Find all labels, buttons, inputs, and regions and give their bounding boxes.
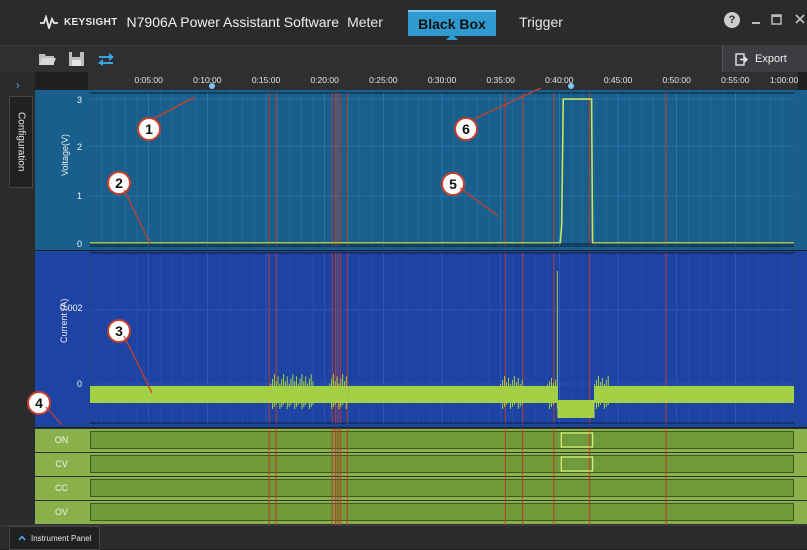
app-title: N7906A Power Assistant Software bbox=[126, 14, 339, 30]
time-tick-label: 0:55:00 bbox=[721, 75, 750, 85]
digital-row-ov: OV bbox=[35, 501, 807, 524]
open-folder-icon[interactable] bbox=[38, 51, 56, 67]
digital-row-cc: CC bbox=[35, 477, 807, 500]
active-tab-caret-icon bbox=[446, 34, 458, 40]
voltage-axis-label: Voltage(V) bbox=[60, 133, 70, 176]
close-icon[interactable] bbox=[795, 14, 805, 24]
digital-row-cv: CV bbox=[35, 453, 807, 476]
callout-marker: 5 bbox=[441, 172, 465, 196]
current-band bbox=[557, 400, 595, 418]
maximize-icon[interactable] bbox=[771, 14, 782, 25]
configuration-sidebar: › Configuration bbox=[0, 72, 35, 525]
configuration-label: Configuration bbox=[15, 112, 27, 172]
chevron-right-icon[interactable]: › bbox=[16, 80, 20, 92]
digital-row-on: ON bbox=[35, 429, 807, 452]
instrument-panel-button[interactable]: Instrument Panel bbox=[9, 526, 101, 550]
callout-marker: 1 bbox=[137, 117, 161, 141]
time-tick-label: 0:50:00 bbox=[662, 75, 691, 85]
current-tick: 0.002 bbox=[60, 303, 83, 313]
export-button[interactable]: Export bbox=[722, 46, 807, 72]
current-tick: 0 bbox=[77, 379, 83, 389]
digital-row-track bbox=[90, 503, 794, 521]
time-tick-label: 0:30:00 bbox=[427, 75, 457, 85]
time-tick-label: 0:10:00 bbox=[193, 75, 222, 85]
time-tick-label: 0:05:00 bbox=[134, 75, 163, 85]
swap-arrows-icon[interactable] bbox=[97, 51, 115, 67]
digital-row-track bbox=[90, 455, 794, 473]
digital-row-label: CV bbox=[55, 459, 68, 469]
save-icon[interactable] bbox=[68, 51, 86, 67]
digital-row-track bbox=[90, 479, 794, 497]
voltage-tick: 3 bbox=[77, 95, 83, 105]
toolbar: Export bbox=[0, 46, 807, 72]
configuration-tab[interactable]: Configuration bbox=[9, 96, 33, 188]
time-tick-label: 1:00:00 bbox=[769, 75, 799, 85]
current-band bbox=[90, 386, 271, 403]
callout-marker: 3 bbox=[107, 319, 131, 343]
callout-marker: 4 bbox=[27, 391, 51, 415]
voltage-chart bbox=[89, 92, 795, 247]
time-tick-label: 0:20:00 bbox=[310, 75, 339, 85]
callout-marker: 6 bbox=[454, 117, 478, 141]
status-bar: Instrument Panel bbox=[0, 525, 807, 550]
time-tick-label: 0:25:00 bbox=[369, 75, 398, 85]
keysight-logo: KEYSIGHT N7906A Power Assistant Software bbox=[40, 14, 339, 30]
digital-row-track bbox=[90, 431, 794, 449]
voltage-tick: 1 bbox=[77, 191, 83, 201]
time-tick-label: 0:35:00 bbox=[486, 75, 515, 85]
chevron-up-icon bbox=[18, 535, 26, 541]
instrument-panel-label: Instrument Panel bbox=[31, 533, 92, 543]
tab-trigger[interactable]: Trigger bbox=[506, 10, 576, 34]
digital-row-label: ON bbox=[54, 435, 69, 445]
time-axis: 0:05:00 0:10:00 0:15:00 0:20:00 0:25:00 0:30:… bbox=[88, 72, 798, 92]
time-tick-label: 0:45:00 bbox=[603, 75, 633, 85]
title-bar: KEYSIGHT N7906A Power Assistant Software… bbox=[0, 0, 807, 46]
current-band bbox=[348, 386, 558, 403]
export-icon bbox=[735, 52, 748, 66]
keysight-wave-icon bbox=[40, 15, 58, 29]
timeline-marker[interactable] bbox=[568, 83, 575, 89]
current-band bbox=[594, 386, 794, 403]
current-chart bbox=[89, 252, 795, 424]
brand-name: KEYSIGHT bbox=[64, 16, 118, 28]
voltage-tick: 0 bbox=[77, 239, 83, 249]
tab-black-box[interactable]: Black Box bbox=[408, 10, 496, 36]
timeline-marker[interactable] bbox=[209, 83, 216, 89]
digital-row-label: OV bbox=[54, 507, 68, 517]
callout-marker: 2 bbox=[107, 171, 131, 195]
digital-status-panel: ON CV CC OV bbox=[35, 428, 807, 525]
tab-meter[interactable]: Meter bbox=[336, 10, 394, 34]
voltage-tick: 2 bbox=[77, 142, 83, 152]
digital-row-label: CC bbox=[55, 483, 68, 493]
time-tick-label: 0:15:00 bbox=[251, 75, 281, 85]
help-icon[interactable]: ? bbox=[724, 12, 740, 28]
export-label: Export bbox=[755, 53, 787, 65]
current-panel: Current (A) 0.002 0 bbox=[35, 251, 807, 427]
voltage-panel: Voltage(V) 3 2 1 0 bbox=[35, 90, 807, 250]
minimize-icon[interactable] bbox=[751, 16, 761, 26]
